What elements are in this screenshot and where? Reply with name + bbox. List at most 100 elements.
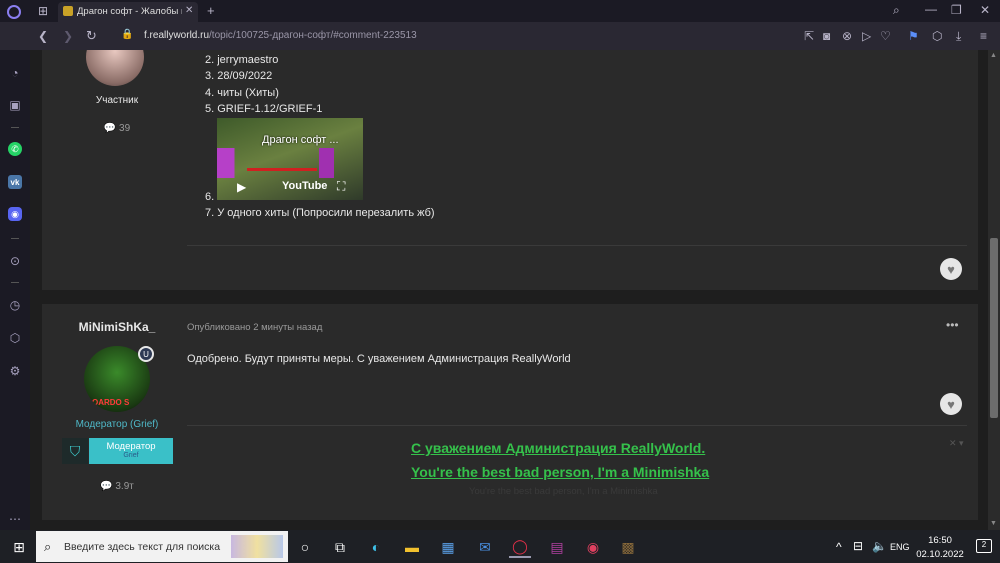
url-path: /topic/100725-драгон-софт/#comment-22351… bbox=[209, 30, 417, 41]
clock-date[interactable]: 02.10.2022 bbox=[912, 549, 968, 560]
scroll-thumb[interactable] bbox=[990, 238, 998, 418]
post-date[interactable]: Опубликовано 2 минуты назад bbox=[187, 322, 322, 333]
notification-icon[interactable]: 2 bbox=[976, 539, 992, 553]
tab-bar: ⊞ Драгон софт - Жалобы на ✕ + ⌕ — ❐ ✕ bbox=[0, 0, 1000, 22]
post-count-value: 3.9т bbox=[115, 481, 134, 492]
video-scene bbox=[217, 148, 363, 178]
post-1: Участник 💬 39 2. jerrymaestro 3. 28/09/2… bbox=[42, 50, 978, 290]
pin-extension-icon[interactable]: ⚑ bbox=[908, 30, 919, 42]
scroll-up-icon[interactable]: ▲ bbox=[990, 52, 997, 59]
signature-link-1[interactable]: С уважением Администрация ReallyWorld. bbox=[411, 440, 705, 456]
camera-icon[interactable]: ◙ bbox=[823, 30, 830, 42]
player-icon[interactable]: ⊙ bbox=[6, 252, 24, 270]
mail-icon[interactable]: ✉ bbox=[474, 536, 496, 558]
youtube-logo: YouTube bbox=[282, 180, 328, 192]
search-placeholder: Введите здесь текст для поиска bbox=[64, 541, 221, 553]
badge-sub: Grief bbox=[123, 452, 139, 459]
lock-icon: 🔒 bbox=[121, 29, 134, 40]
winrar-icon[interactable]: ▤ bbox=[546, 536, 568, 558]
avatar-text: OARDO S bbox=[92, 398, 130, 407]
cortana-icon[interactable]: ○ bbox=[294, 536, 316, 558]
bag-icon[interactable]: ▣ bbox=[6, 96, 24, 114]
role-badge: Модератор Grief bbox=[89, 438, 173, 464]
list-item-3: 3. 28/09/2022 bbox=[205, 70, 273, 82]
fullscreen-icon[interactable]: ⛶ bbox=[337, 179, 345, 194]
youtube-embed[interactable]: Драгон софт ... ▶ YouTube ⛶ bbox=[217, 118, 363, 200]
forward-icon[interactable]: ❯ bbox=[63, 30, 73, 42]
more-icon[interactable]: ⋯ bbox=[6, 510, 24, 528]
scroll-down-icon[interactable]: ▼ bbox=[990, 520, 997, 527]
tray-chevron-icon[interactable]: ^ bbox=[836, 541, 842, 553]
url-host: f.reallyworld.ru bbox=[144, 30, 210, 41]
maximize-icon[interactable]: ❐ bbox=[951, 4, 962, 16]
discord-icon[interactable]: ◉ bbox=[8, 207, 22, 221]
signature-alt-text: You're the best bad person, I'm a Minimi… bbox=[469, 486, 658, 497]
list-item-4: 4. читы (Хиты) bbox=[205, 87, 279, 99]
sidebar-divider bbox=[11, 238, 19, 239]
new-tab-icon[interactable]: + bbox=[207, 4, 215, 17]
post-count: 💬 39 bbox=[42, 123, 192, 134]
play-icon[interactable]: ▶ bbox=[237, 180, 246, 194]
close-window-icon[interactable]: ✕ bbox=[980, 4, 990, 16]
user-role: Модератор (Grief) bbox=[75, 419, 159, 430]
vk-icon[interactable]: vk bbox=[8, 175, 22, 189]
forum-content: Участник 💬 39 2. jerrymaestro 3. 28/09/2… bbox=[30, 50, 988, 530]
store-icon[interactable]: ▦ bbox=[437, 536, 459, 558]
search-highlight-image bbox=[231, 535, 283, 558]
file-explorer-icon[interactable]: ▬ bbox=[401, 536, 423, 558]
download-icon[interactable]: ⤓ bbox=[956, 30, 961, 42]
opera-taskbar-icon[interactable]: ◯ bbox=[509, 536, 531, 558]
task-view-icon[interactable]: ⧉ bbox=[329, 536, 351, 558]
heart-icon: ♥ bbox=[947, 396, 955, 412]
settings-icon[interactable]: ⚙ bbox=[6, 362, 24, 380]
group-icon: U bbox=[138, 346, 154, 362]
extensions-icon[interactable]: ⬡ bbox=[932, 30, 942, 42]
cube-icon[interactable]: ⬡ bbox=[6, 329, 24, 347]
send-icon[interactable]: ⇱ bbox=[804, 30, 814, 42]
easy-setup-icon[interactable]: ≡ bbox=[980, 30, 987, 42]
post-2: MiNimiShKa_ OARDO S U Модератор (Grief) … bbox=[42, 304, 978, 520]
signature-link-2[interactable]: You're the best bad person, I'm a Minimi… bbox=[411, 464, 709, 480]
taskbar-search[interactable]: ⌕ Введите здесь текст для поиска bbox=[36, 531, 288, 562]
badge-title: Модератор bbox=[106, 441, 156, 452]
sidebar-divider bbox=[11, 127, 19, 128]
clock-time[interactable]: 16:50 bbox=[920, 535, 960, 546]
windows-start-icon[interactable]: ⊞ bbox=[8, 536, 30, 558]
heart-bookmark-icon[interactable]: ♡ bbox=[880, 30, 891, 42]
workspaces-icon[interactable]: ⊞ bbox=[38, 5, 48, 17]
taskbar: ⊞ ⌕ Введите здесь текст для поиска ○ ⧉ ◐… bbox=[0, 530, 1000, 563]
minimize-icon[interactable]: — bbox=[925, 3, 937, 15]
opera-menu-icon[interactable] bbox=[7, 5, 21, 19]
whatsapp-icon[interactable]: ✆ bbox=[8, 142, 22, 156]
language-indicator[interactable]: ENG bbox=[890, 542, 910, 552]
back-icon[interactable]: ❮ bbox=[38, 30, 48, 42]
edge-icon[interactable]: ◐ bbox=[365, 536, 387, 558]
minecraft-icon[interactable]: ▩ bbox=[617, 536, 639, 558]
reload-icon[interactable]: ↻ bbox=[86, 29, 97, 42]
sidebar-divider bbox=[11, 282, 19, 283]
author-name[interactable]: MiNimiShKa_ bbox=[42, 320, 192, 334]
like-button[interactable]: ♥ bbox=[940, 258, 962, 280]
like-button[interactable]: ♥ bbox=[940, 393, 962, 415]
vpn-icon[interactable]: ▷ bbox=[862, 30, 871, 42]
post-message: Одобрено. Будут приняты меры. С уважение… bbox=[187, 353, 571, 365]
post-menu-icon[interactable]: ••• bbox=[946, 318, 959, 332]
list-item-7: 7. У одного хиты (Попросили перезалить ж… bbox=[205, 207, 435, 219]
url-field[interactable]: f.reallyworld.ru/topic/100725-драгон-соф… bbox=[144, 30, 417, 41]
search-tabs-icon[interactable]: ⌕ bbox=[893, 4, 900, 16]
comment-icon: 💬 bbox=[100, 481, 113, 492]
list-item-6: 6. bbox=[205, 191, 215, 203]
avatar bbox=[86, 50, 144, 86]
tab-close-icon[interactable]: ✕ bbox=[185, 6, 193, 16]
speed-dial-icon[interactable]: ◔ bbox=[6, 64, 24, 82]
scrollbar[interactable]: ▲ ▼ bbox=[988, 50, 1000, 530]
history-icon[interactable]: ◷ bbox=[6, 296, 24, 314]
opera-gx-icon[interactable]: ◉ bbox=[582, 536, 604, 558]
speaker-icon[interactable]: 🔈 bbox=[872, 540, 887, 552]
signature-close-icon[interactable]: ✕ ▾ bbox=[949, 438, 964, 449]
network-icon[interactable]: ⊟ bbox=[853, 540, 863, 552]
video-red-bar bbox=[247, 168, 317, 171]
list-item-5: 5. GRIEF-1.12/GRIEF-1 bbox=[205, 103, 323, 115]
tab-active[interactable]: Драгон софт - Жалобы на ✕ bbox=[58, 2, 198, 22]
adblock-icon[interactable]: ⊗ bbox=[842, 30, 852, 42]
